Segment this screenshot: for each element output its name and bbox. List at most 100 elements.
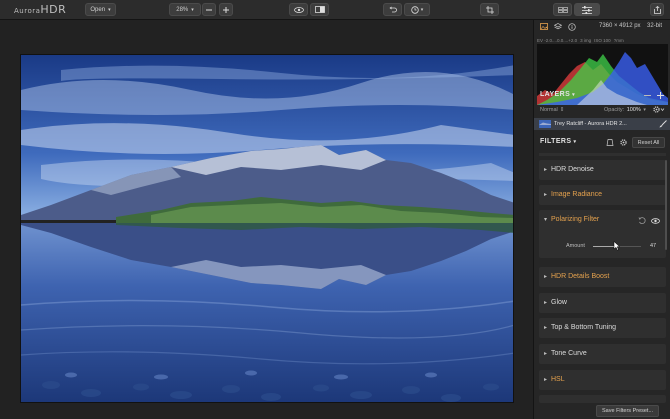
filters-scrollbar[interactable]: [665, 160, 667, 250]
exif-bar: EV -2.0....0.0....+2.0 3 img ISO 100 ?mm: [537, 36, 668, 44]
presets-icon: [557, 6, 568, 13]
layer-item[interactable]: Trey Ratcliff - Aurora HDR 2...: [534, 118, 670, 130]
exif-ev: EV -2.0....0.0....+2.0: [537, 37, 578, 43]
amount-value: 47: [650, 243, 657, 249]
filter-glow[interactable]: ▸ Glow: [539, 293, 666, 313]
chevron-down-icon: ▾: [544, 217, 548, 223]
add-layer-icon[interactable]: [657, 92, 664, 99]
filter-label: Glow: [551, 299, 567, 306]
filter-tone-curve[interactable]: ▸ Tone Curve: [539, 344, 666, 364]
layer-thumbnail: [539, 120, 551, 128]
filter-hdr-denoise[interactable]: ▸ HDR Denoise: [539, 160, 666, 180]
gear-icon[interactable]: [620, 139, 627, 146]
chevron-right-icon: ▸: [544, 167, 548, 173]
undo-button[interactable]: [383, 3, 402, 16]
mask-icon[interactable]: [606, 139, 614, 146]
reset-filter-icon[interactable]: [638, 217, 646, 224]
opacity-control[interactable]: Opacity: 100% ▾: [604, 107, 646, 113]
layer-name: Trey Ratcliff - Aurora HDR 2...: [554, 121, 627, 127]
filter-polarizing[interactable]: ▾ Polarizing Filter Amount 47: [539, 210, 666, 258]
chevron-down-icon: ▾: [108, 6, 111, 13]
zoom-out-button[interactable]: [202, 3, 216, 16]
open-button[interactable]: Open ▾: [85, 3, 116, 16]
open-button-label: Open: [90, 6, 106, 13]
chevron-right-icon: ▸: [544, 192, 548, 198]
chevron-right-icon: ▸: [544, 351, 548, 357]
image-canvas[interactable]: [0, 20, 533, 419]
blend-mode-dropdown[interactable]: Normal ⇕: [540, 107, 564, 113]
brush-icon[interactable]: [659, 120, 667, 128]
remove-layer-icon[interactable]: [644, 92, 651, 99]
filters-title[interactable]: FILTERS ▾: [540, 138, 576, 145]
chevron-right-icon: ▸: [544, 325, 548, 331]
preview-toggle-button[interactable]: [289, 3, 308, 16]
chevron-down-icon: ▾: [573, 139, 577, 145]
layers-title[interactable]: LAYERS ▾: [540, 91, 575, 98]
adjustments-panel-button[interactable]: [574, 3, 600, 16]
compare-button[interactable]: [310, 3, 329, 16]
photo-preview[interactable]: [20, 54, 514, 403]
filter-label: Polarizing Filter: [551, 216, 600, 223]
chevron-right-icon: ▸: [544, 300, 548, 306]
split-view-icon: [314, 6, 325, 13]
clock-icon: [411, 5, 419, 14]
eye-icon: [293, 6, 304, 13]
right-panel: 7360 × 4912 px 32-bit EV -2.0....0.0....…: [533, 20, 670, 419]
chevron-down-icon: ▾: [572, 92, 576, 98]
zoom-in-button[interactable]: [219, 3, 233, 16]
share-icon: [653, 5, 661, 14]
save-filters-preset-button[interactable]: Save Filters Preset...: [596, 405, 660, 417]
opacity-label: Opacity:: [604, 107, 625, 113]
chevron-down-icon: ▾: [643, 107, 646, 113]
layers-icon[interactable]: [554, 23, 562, 30]
filter-label: Top & Bottom Tuning: [551, 324, 616, 331]
exif-iso: ISO 100: [594, 37, 611, 43]
eye-icon[interactable]: [651, 218, 660, 224]
image-info-bar: 7360 × 4912 px 32-bit: [534, 20, 670, 34]
filter-label: HSL: [551, 376, 565, 383]
landscape-photo: [21, 55, 513, 402]
plus-icon: [223, 6, 229, 13]
cursor-icon: [613, 241, 620, 251]
share-button[interactable]: [650, 3, 664, 16]
filter-hdr-details-boost[interactable]: ▸ HDR Details Boost: [539, 267, 666, 287]
filter-partial[interactable]: [539, 395, 666, 403]
filter-divider: [539, 153, 666, 156]
bit-depth: 32-bit: [647, 23, 663, 29]
save-filters-preset-label: Save Filters Preset...: [602, 408, 654, 414]
zoom-value: 28%: [176, 6, 189, 13]
filter-label: Tone Curve: [551, 350, 587, 357]
sliders-icon: [582, 5, 592, 14]
chevron-down-icon: ▾: [420, 6, 424, 13]
history-button[interactable]: ▾: [404, 3, 430, 16]
reset-all-label: Reset All: [637, 139, 660, 146]
amount-label: Amount: [566, 243, 585, 249]
crop-icon: [485, 5, 494, 14]
filter-label: Image Radiance: [551, 191, 602, 198]
image-dimensions: 7360 × 4912 px: [599, 23, 641, 29]
minus-icon: [206, 9, 212, 10]
presets-panel-button[interactable]: [553, 3, 572, 16]
amount-slider-fill: [593, 246, 615, 247]
info-icon[interactable]: [568, 23, 576, 31]
crop-button[interactable]: [480, 3, 499, 16]
chevron-down-icon: ▾: [191, 6, 194, 13]
filter-label: HDR Denoise: [551, 166, 594, 173]
reset-all-button[interactable]: Reset All: [632, 137, 665, 148]
chevron-right-icon: ▸: [544, 274, 548, 280]
chevron-updown-icon: ⇕: [559, 107, 565, 113]
exif-images: 3 img: [580, 37, 592, 43]
undo-icon: [389, 6, 397, 13]
app-logo: AuroraHDR: [14, 3, 67, 16]
gear-icon[interactable]: [653, 106, 665, 113]
opacity-value: 100%: [626, 107, 641, 113]
filter-label: HDR Details Boost: [551, 273, 610, 280]
chevron-right-icon: ▸: [544, 377, 548, 383]
filter-top-bottom-tuning[interactable]: ▸ Top & Bottom Tuning: [539, 318, 666, 338]
filter-image-radiance[interactable]: ▸ Image Radiance: [539, 185, 666, 205]
top-toolbar: AuroraHDR Open ▾ 28% ▾ ▾: [0, 0, 670, 20]
image-icon[interactable]: [540, 23, 548, 30]
zoom-dropdown[interactable]: 28% ▾: [169, 3, 201, 16]
exif-focal: ?mm: [613, 37, 624, 43]
filter-hsl[interactable]: ▸ HSL: [539, 370, 666, 390]
